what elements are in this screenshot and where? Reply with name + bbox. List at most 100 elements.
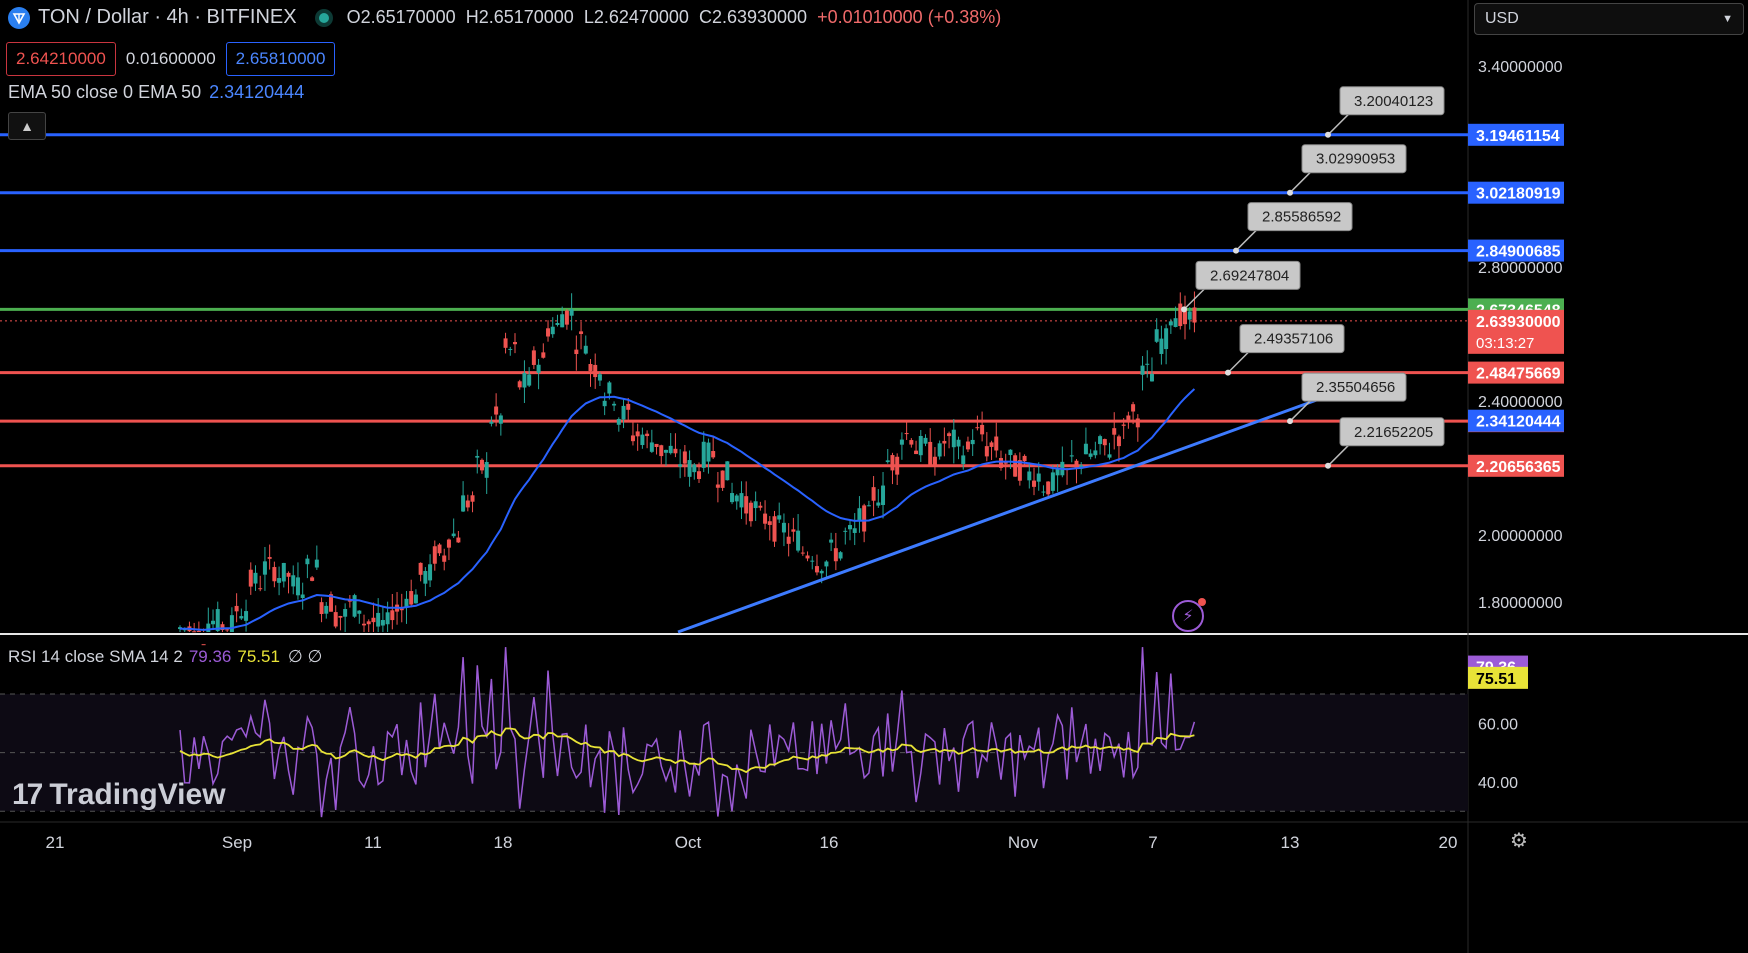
candle-body xyxy=(914,450,919,455)
candle-body xyxy=(456,537,461,543)
candle-body xyxy=(1135,418,1140,428)
candle-body xyxy=(206,623,211,632)
candle-body xyxy=(527,374,532,386)
candle-body xyxy=(343,608,348,617)
candle-body xyxy=(819,570,824,574)
candle-body xyxy=(890,455,895,471)
candle-body xyxy=(446,539,451,548)
candle-body xyxy=(597,374,602,381)
candle-body xyxy=(508,348,513,350)
candle-body xyxy=(295,577,300,596)
candle-body xyxy=(668,445,673,454)
candle-body xyxy=(305,558,310,565)
currency-label: USD xyxy=(1485,10,1519,27)
candle-body xyxy=(984,446,989,457)
settings-icon[interactable]: ⚙ xyxy=(1510,828,1528,853)
horizontal-levels xyxy=(0,133,1468,468)
collapse-legend-button[interactable]: ▲ xyxy=(8,112,46,140)
buy-button[interactable]: 2.65810000 xyxy=(225,42,336,76)
ema-path xyxy=(180,388,1196,631)
candle-body xyxy=(1036,473,1041,482)
candle-body xyxy=(956,439,961,447)
watermark-text: TradingView xyxy=(49,778,226,811)
candle-body xyxy=(555,322,560,325)
annotation-leader xyxy=(1235,228,1259,252)
candle-body xyxy=(1107,454,1112,458)
time-tick-label: 7 xyxy=(1148,833,1157,852)
candle-body xyxy=(569,309,574,316)
annotation-anchor xyxy=(1233,247,1239,254)
candle-body xyxy=(758,505,763,508)
last-price-label: 2.63930000 xyxy=(1476,314,1561,331)
sell-button[interactable]: 2.64210000 xyxy=(6,42,116,76)
candle-body xyxy=(380,620,385,626)
candle-body xyxy=(1145,363,1150,365)
candle-body xyxy=(928,441,933,466)
annotation-anchor xyxy=(1325,462,1331,469)
candle-body xyxy=(692,464,697,473)
candle-body xyxy=(767,521,772,525)
candle-body xyxy=(1121,424,1126,426)
level-tag-label: 3.19461154 xyxy=(1476,128,1560,145)
candle-body xyxy=(970,439,975,445)
candle-body xyxy=(1140,365,1145,375)
candle-body xyxy=(357,610,362,614)
candle-body xyxy=(536,364,541,373)
candle-body xyxy=(385,612,390,625)
candle-body xyxy=(682,451,687,464)
candle-body xyxy=(451,533,456,537)
annotation-anchor xyxy=(1225,369,1231,376)
candle-body xyxy=(1149,373,1154,382)
candle-body xyxy=(857,508,862,522)
candle-body xyxy=(989,442,994,447)
candle-body xyxy=(805,555,810,559)
candle-body xyxy=(574,349,579,355)
ema-legend[interactable]: EMA 50 close 0 EMA 50 2.34120444 xyxy=(8,82,304,103)
candle-body xyxy=(248,569,253,587)
rsi-legend[interactable]: RSI 14 close SMA 14 2 79.36 75.51 ∅ ∅ xyxy=(8,647,322,667)
candle-body xyxy=(904,433,909,435)
candle-body xyxy=(1046,481,1051,495)
candle-body xyxy=(852,528,857,533)
ema-line xyxy=(180,388,1196,631)
candle-body xyxy=(588,364,593,371)
candle-body xyxy=(494,406,499,415)
candle-body xyxy=(352,595,357,617)
candle-body xyxy=(1069,455,1074,457)
candle-body xyxy=(513,342,517,345)
high-value: H2.65170000 xyxy=(465,7,574,27)
candle-body xyxy=(550,326,555,335)
currency-select[interactable]: USD ▼ xyxy=(1474,3,1744,35)
rsi-tick-label: 60.00 xyxy=(1478,716,1518,733)
time-tick-label: Nov xyxy=(1008,833,1039,852)
candle-body xyxy=(763,513,768,524)
candle-body xyxy=(909,440,914,445)
candle-body xyxy=(461,495,466,512)
candle-body xyxy=(484,461,489,478)
candle-body xyxy=(465,500,470,508)
candle-body xyxy=(994,436,999,451)
candle-body xyxy=(489,421,494,424)
annotation-leader xyxy=(1227,350,1251,374)
candle-body xyxy=(1112,428,1117,435)
candle-body xyxy=(267,557,272,559)
candle-body xyxy=(432,546,437,564)
price-tick-label: 2.40000000 xyxy=(1478,394,1563,411)
candle-body xyxy=(895,456,900,475)
ema-legend-label: EMA 50 close 0 EMA 50 xyxy=(8,82,202,102)
candle-body xyxy=(947,433,952,437)
candle-body xyxy=(602,400,607,407)
chart-canvas[interactable]: 3.20040123 3.02990953 2.85586592 2.69247804… xyxy=(0,0,1748,953)
candle-body xyxy=(1154,329,1159,342)
price-tick-label: 1.80000000 xyxy=(1478,595,1563,612)
symbol-title[interactable]: TON / Dollar · 4h · BITFINEX xyxy=(38,6,297,29)
candle-body xyxy=(791,529,796,532)
candle-body xyxy=(932,456,937,465)
candle-body xyxy=(517,381,522,388)
annotation-anchor xyxy=(1181,306,1187,313)
candle-body xyxy=(918,435,923,456)
lightning-icon[interactable]: ⚡ xyxy=(1172,598,1206,632)
candle-body xyxy=(1187,311,1192,320)
rsi-pane: 60.00 40.00 79.36 75.51 xyxy=(0,647,1528,818)
candle-body xyxy=(866,505,871,507)
